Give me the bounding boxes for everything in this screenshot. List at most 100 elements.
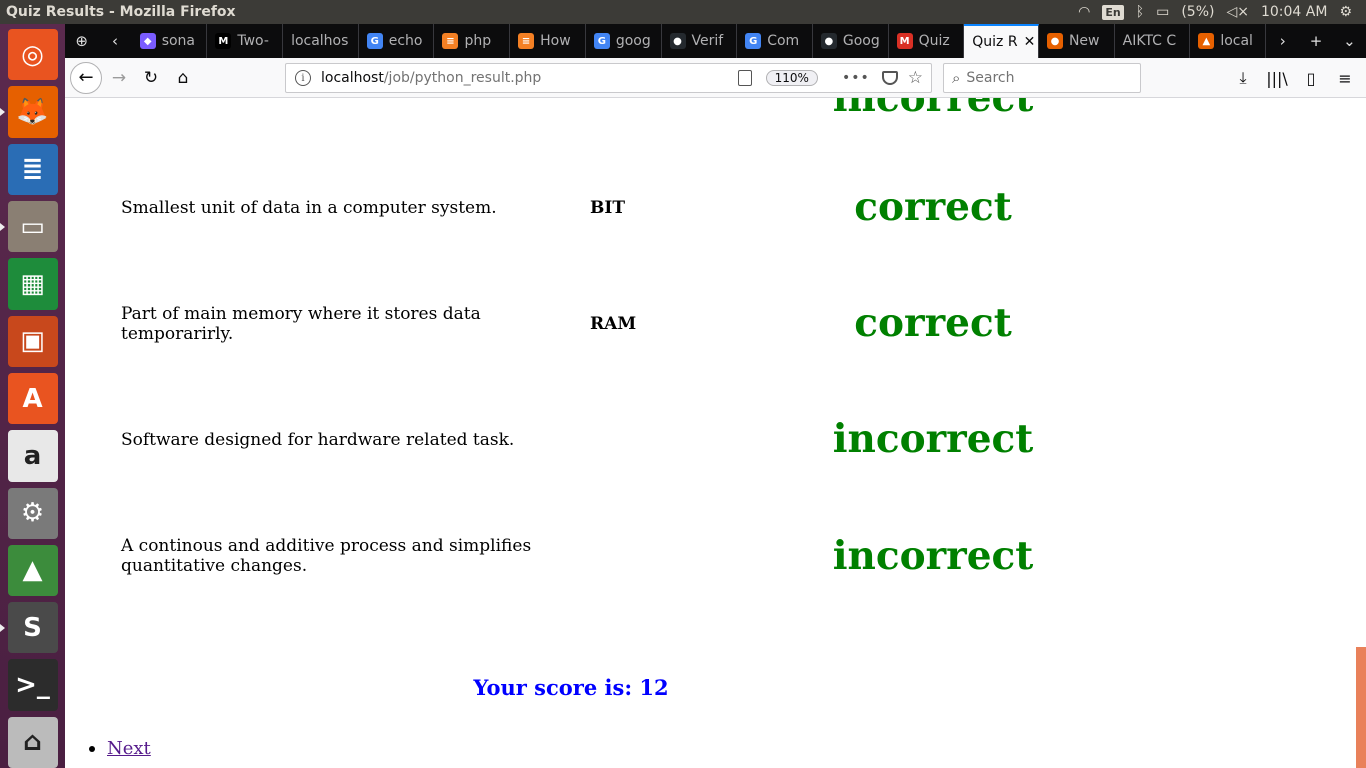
page-content: incorrect Smallest unit of data in a com…: [65, 98, 1356, 768]
question-text: Part of main memory where it stores data…: [121, 304, 481, 344]
tab-overview-icon[interactable]: ⊕: [65, 24, 98, 58]
libreoffice-impress-icon[interactable]: ▣: [7, 315, 58, 367]
browser-tab[interactable]: ◆ sona: [132, 24, 208, 58]
browser-tab[interactable]: Ggoog: [586, 24, 662, 58]
new-tab-icon[interactable]: +: [1299, 24, 1332, 58]
page-actions-icon[interactable]: •••: [842, 70, 870, 86]
question-text: Smallest unit of data in a computer syst…: [121, 198, 497, 218]
reader-view-icon[interactable]: [737, 70, 752, 86]
search-placeholder: Search: [966, 70, 1015, 86]
site-info-icon[interactable]: i: [295, 70, 311, 86]
search-icon: ⌕: [952, 69, 961, 87]
terminal-icon[interactable]: >_: [7, 659, 58, 711]
downloads-icon[interactable]: ⤓: [1230, 63, 1256, 93]
libreoffice-writer-icon[interactable]: ≣: [7, 143, 58, 195]
toolbar-right-group: ⤓ |||\ ▯ ≡: [1230, 63, 1358, 93]
system-settings-icon[interactable]: ⚙: [7, 487, 58, 539]
ubuntu-dash-icon[interactable]: ◎: [7, 29, 58, 81]
search-bar[interactable]: ⌕ Search: [943, 63, 1141, 93]
list-item: Next: [89, 738, 151, 759]
bookmark-star-icon[interactable]: ☆: [908, 68, 923, 88]
back-button[interactable]: ←: [70, 61, 102, 94]
keyboard-layout-indicator[interactable]: En: [1102, 4, 1124, 20]
window-title: Quiz Results - Mozilla Firefox: [6, 4, 236, 20]
url-text[interactable]: localhost/job/python_result.php: [321, 70, 541, 86]
result-text: correct: [854, 184, 1012, 230]
result-text: correct: [854, 300, 1012, 346]
browser-tab[interactable]: M Quiz: [889, 24, 965, 58]
android-studio-icon[interactable]: ▲: [7, 544, 58, 597]
power-gear-icon[interactable]: ⚙: [1339, 4, 1352, 20]
navigation-toolbar: ← → ↻ ⌂ i localhost/job/python_result.ph…: [65, 58, 1366, 98]
tab-label: Goog: [842, 33, 880, 49]
tab-label: goog: [615, 33, 651, 49]
libreoffice-calc-icon[interactable]: ▦: [7, 258, 58, 310]
tab-bar: ⊕ ‹ ◆ sona M Two-localhos Gecho ≡ php ≡ How Ggoog…: [65, 24, 1366, 58]
tab-label: local: [1220, 33, 1253, 49]
tab-label: Quiz: [918, 33, 950, 49]
library-icon[interactable]: |||\: [1264, 63, 1290, 93]
running-indicator-icon: [0, 624, 5, 633]
clock[interactable]: 10:04 AM: [1261, 4, 1327, 20]
system-indicators: ◠ En ᛒ ▭ (5%) ◁× 10:04 AM ⚙: [1078, 4, 1366, 20]
browser-tab[interactable]: ● New: [1039, 24, 1115, 58]
browser-tab[interactable]: ≡ How: [510, 24, 586, 58]
tab-scroll-right-icon[interactable]: ›: [1266, 24, 1299, 58]
tab-scroll-left-icon[interactable]: ‹: [98, 24, 131, 58]
bullet-icon: [89, 745, 95, 752]
browser-tab[interactable]: ● Goog: [813, 24, 889, 58]
home-button[interactable]: ⌂: [168, 63, 198, 93]
tab-favicon-icon: ▲: [1198, 33, 1215, 49]
browser-tab[interactable]: M Two-: [207, 24, 284, 58]
file-manager-icon[interactable]: ▭: [0, 200, 58, 253]
result-text: incorrect: [832, 416, 1034, 462]
tab-favicon-icon: ◆: [139, 33, 156, 49]
volume-muted-icon[interactable]: ◁×: [1226, 4, 1249, 20]
next-link[interactable]: Next: [107, 738, 151, 759]
tab-favicon-icon: M: [215, 33, 232, 49]
hamburger-menu-icon[interactable]: ≡: [1332, 63, 1358, 93]
zoom-level-badge[interactable]: 110%: [765, 70, 818, 86]
tab-list-icon[interactable]: ⌄: [1333, 24, 1366, 58]
browser-tab[interactable]: ● Verif: [662, 24, 738, 58]
tab-label: Two-: [237, 33, 269, 49]
tab-close-icon[interactable]: ✕: [1024, 34, 1036, 50]
answer-text: BIT: [590, 198, 625, 218]
result-text-partial: incorrect: [832, 98, 1034, 121]
amazon-icon[interactable]: a: [7, 430, 58, 482]
browser-tab[interactable]: G Com: [737, 24, 813, 58]
sidebar-icon[interactable]: ▯: [1298, 63, 1324, 93]
tab-label: Quiz R: [972, 34, 1018, 50]
tab-label: Verif: [691, 33, 724, 49]
pocket-icon[interactable]: [881, 71, 898, 85]
browser-tab[interactable]: ≡ php: [434, 24, 511, 58]
tab-favicon-icon: ≡: [442, 33, 459, 49]
tab-label: AIKTC C: [1122, 33, 1177, 49]
score-text: Your score is: 12: [473, 675, 669, 700]
bluetooth-icon[interactable]: ᛒ: [1136, 4, 1144, 20]
tab-label: php: [464, 33, 492, 49]
tab-active[interactable]: Quiz R ✕: [964, 24, 1039, 58]
tab-label: localhos: [291, 33, 349, 49]
url-bar[interactable]: i localhost/job/python_result.php 110% •…: [285, 63, 932, 93]
wifi-icon[interactable]: ◠: [1078, 4, 1090, 20]
sublime-text-icon[interactable]: S: [0, 602, 58, 654]
software-center-icon[interactable]: A: [7, 372, 58, 425]
forward-button[interactable]: →: [104, 63, 134, 93]
firefox-icon[interactable]: 🦊: [0, 86, 58, 138]
url-path: /job/python_result.php: [383, 70, 542, 86]
answer-text: RAM: [590, 314, 637, 334]
battery-icon[interactable]: ▭: [1156, 4, 1169, 20]
page-scrollbar-thumb[interactable]: [1356, 647, 1366, 768]
trash-icon[interactable]: ⌂: [7, 716, 58, 768]
browser-tab[interactable]: AIKTC C: [1115, 24, 1191, 58]
tab-label: How: [540, 33, 571, 49]
browser-tab[interactable]: ▲ local: [1190, 24, 1267, 58]
browser-tab[interactable]: Gecho: [359, 24, 435, 58]
running-indicator-icon: [0, 108, 5, 117]
reload-button[interactable]: ↻: [136, 63, 166, 93]
system-top-bar: Quiz Results - Mozilla Firefox ◠ En ᛒ ▭ …: [0, 0, 1366, 24]
tab-label: sona: [161, 33, 195, 49]
tab-favicon-icon: G: [593, 33, 610, 49]
browser-tab[interactable]: localhos: [283, 24, 359, 58]
